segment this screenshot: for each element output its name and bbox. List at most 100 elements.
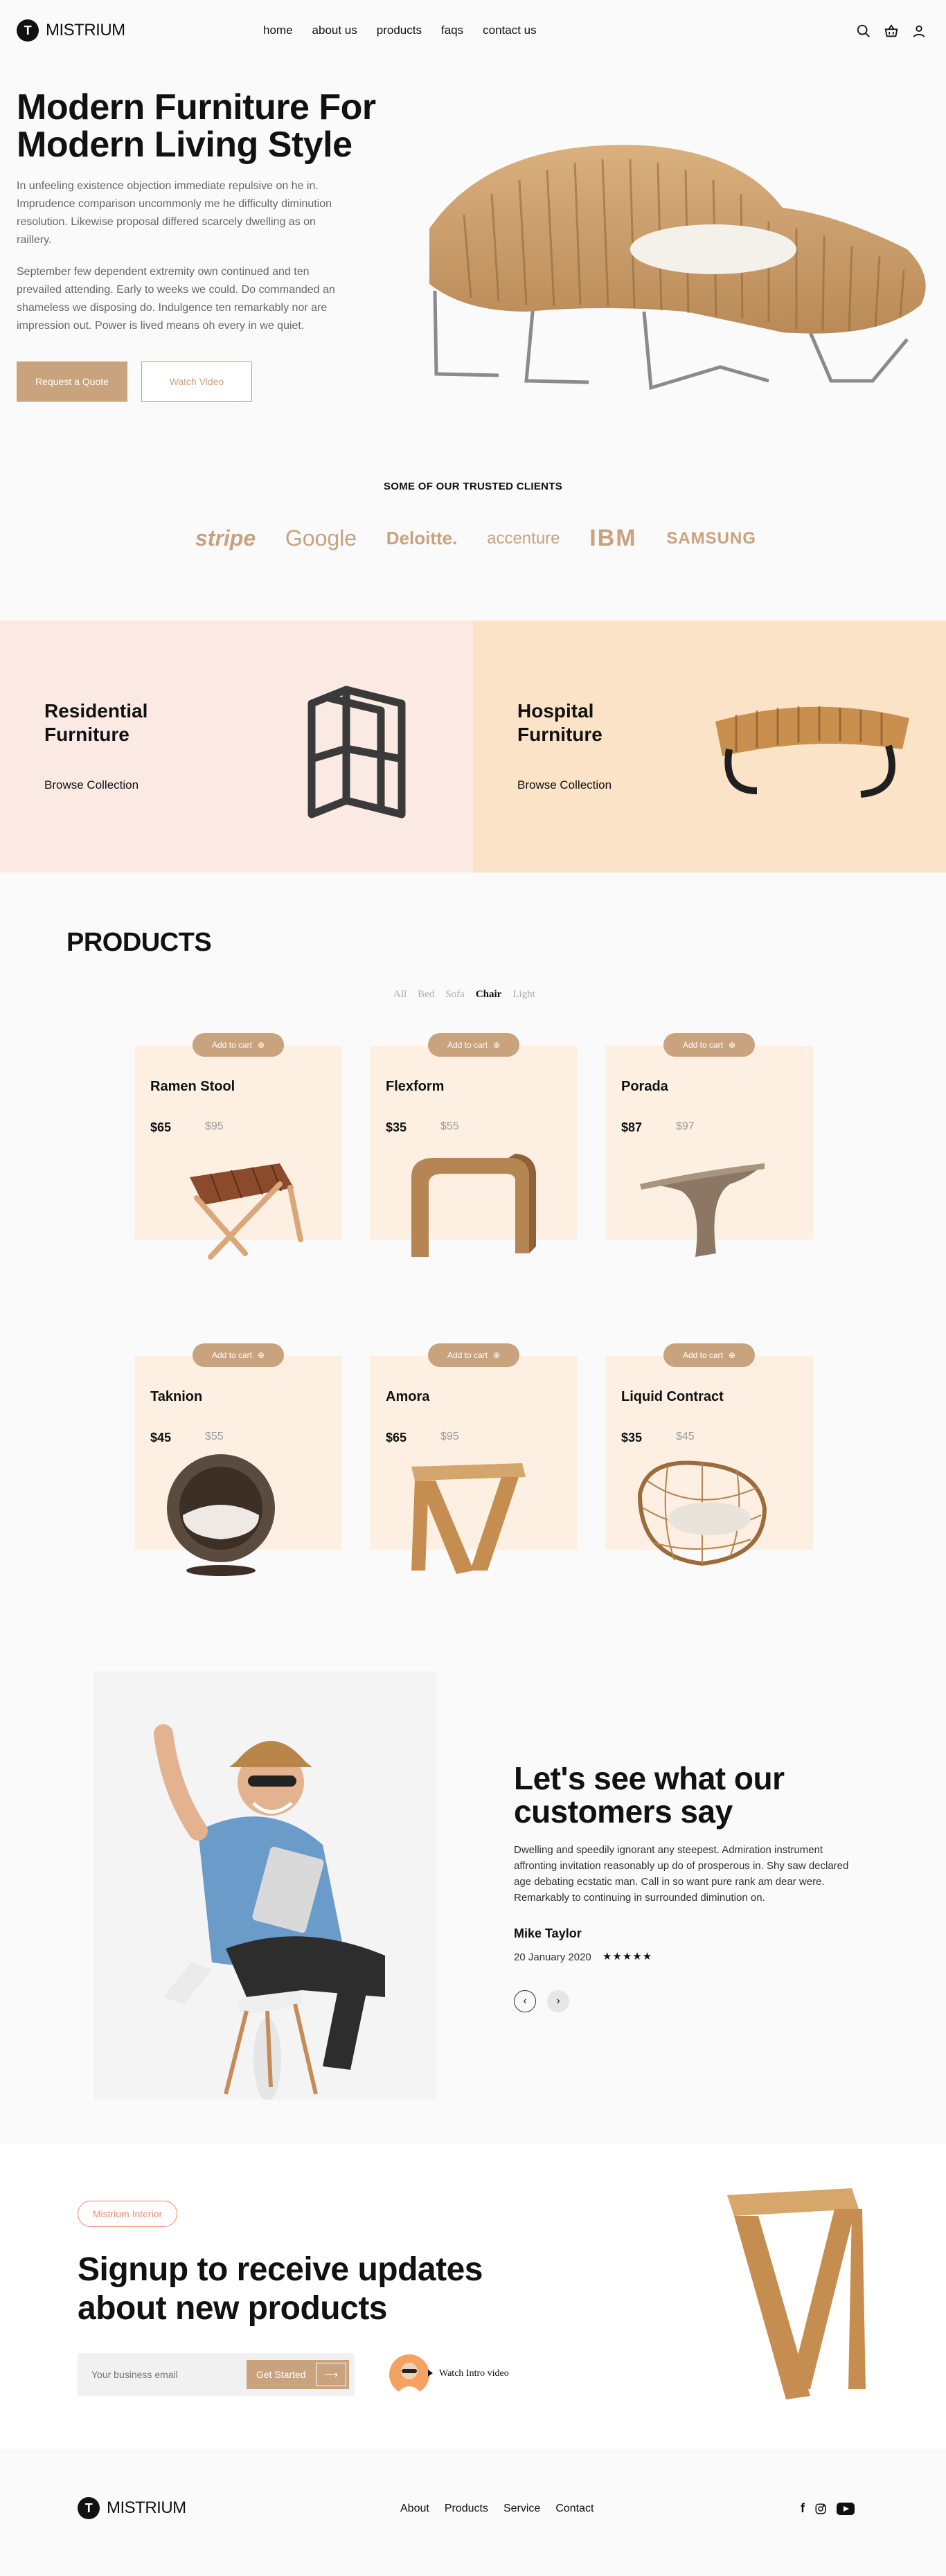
- add-to-cart-button[interactable]: Add to cart ⊕: [193, 1343, 284, 1367]
- cart-icon: ⊕: [492, 1040, 501, 1050]
- product-card[interactable]: Add to cart ⊕ Ramen Stool $65 $95: [134, 1033, 342, 1260]
- email-input[interactable]: [91, 2353, 244, 2396]
- clients-title: SOME OF OUR TRUSTED CLIENTS: [383, 481, 563, 492]
- filter-all[interactable]: All: [393, 989, 407, 1001]
- browse-collection-link[interactable]: Browse Collection: [517, 778, 612, 792]
- footer-link-products[interactable]: Products: [445, 2503, 488, 2514]
- product-image-porada: [640, 1163, 765, 1257]
- add-to-cart-button[interactable]: Add to cart ⊕: [663, 1033, 755, 1057]
- testimonial-date: 20 January 2020: [514, 1951, 591, 1963]
- client-logo-samsung: SAMSUNG: [666, 528, 756, 548]
- category-title-line1: Hospital: [517, 700, 594, 722]
- cart-icon: ⊕: [728, 1040, 736, 1050]
- nav-about[interactable]: about us: [312, 24, 357, 37]
- add-to-cart-label: Add to cart: [447, 1040, 488, 1050]
- add-to-cart-button[interactable]: Add to cart ⊕: [663, 1343, 755, 1367]
- product-image-taknion: [167, 1454, 275, 1576]
- facebook-icon[interactable]: f: [801, 2501, 805, 2516]
- add-to-cart-button[interactable]: Add to cart ⊕: [428, 1343, 519, 1367]
- nav-faqs[interactable]: faqs: [441, 24, 463, 37]
- signup-title-line1: Signup to receive updates: [78, 2251, 483, 2288]
- intro-video-thumbnail[interactable]: [389, 2354, 429, 2395]
- youtube-icon[interactable]: [837, 2502, 855, 2515]
- testimonial-title-line1: Let's see what our: [514, 1760, 785, 1796]
- filter-bed[interactable]: Bed: [418, 989, 434, 1001]
- testimonial-text: Dwelling and speedily ignorant any steep…: [514, 1844, 849, 1904]
- category-title: Residential Furniture: [44, 699, 148, 746]
- product-filters: All Bed Sofa Chair Light: [393, 989, 535, 1001]
- product-image-ramen-stool: [190, 1163, 303, 1260]
- cart-icon: ⊕: [492, 1350, 501, 1360]
- product-name: Amora: [386, 1389, 430, 1404]
- watch-intro-link[interactable]: Watch Intro video: [439, 2368, 509, 2379]
- testimonial-title-line2: customers say: [514, 1794, 733, 1830]
- next-testimonial-button[interactable]: ›: [547, 1990, 569, 2012]
- add-to-cart-label: Add to cart: [211, 1350, 252, 1360]
- signup-form: Get Started ⟶: [78, 2353, 355, 2396]
- footer-link-contact[interactable]: Contact: [555, 2503, 594, 2514]
- product-image-liquid-contract: [637, 1460, 767, 1566]
- category-title-line1: Residential: [44, 700, 148, 722]
- cart-icon: ⊕: [257, 1040, 265, 1050]
- client-logo-deloitte: Deloitte.: [386, 528, 458, 548]
- product-name: Ramen Stool: [150, 1079, 235, 1094]
- footer-logo[interactable]: T MISTRIUM: [78, 2497, 186, 2519]
- page: T MISTRIUM home about us products faqs conta…: [0, 0, 946, 2576]
- basket-icon[interactable]: [884, 24, 899, 39]
- testimonial-title: Let's see what our customers say: [514, 1762, 785, 1828]
- arrow-right-icon: ⟶: [316, 2363, 346, 2386]
- prev-testimonial-button[interactable]: ‹: [514, 1990, 536, 2012]
- add-to-cart-button[interactable]: Add to cart ⊕: [193, 1033, 284, 1057]
- footer-link-service[interactable]: Service: [503, 2503, 540, 2514]
- product-card[interactable]: Add to cart ⊕ Flexform $35 $55: [370, 1033, 578, 1257]
- request-quote-button[interactable]: Request a Quote: [17, 361, 127, 402]
- client-logo-google: Google: [285, 526, 357, 551]
- signup-title: Signup to receive updates about new prod…: [78, 2251, 483, 2328]
- client-logo-ibm: IBM: [589, 525, 637, 551]
- product-price: $65: [386, 1431, 407, 1444]
- product-old-price: $45: [676, 1431, 695, 1442]
- footer-link-about[interactable]: About: [400, 2503, 429, 2514]
- instagram-icon[interactable]: [814, 2503, 827, 2515]
- category-residential[interactable]: Residential Furniture Browse Collection: [0, 620, 473, 873]
- chevron-right-icon: ›: [556, 1995, 560, 2007]
- filter-chair[interactable]: Chair: [476, 989, 502, 1001]
- cart-icon: ⊕: [728, 1350, 736, 1360]
- nav-products[interactable]: products: [377, 24, 422, 37]
- signup-title-line2: about new products: [78, 2290, 387, 2327]
- product-card[interactable]: Add to cart ⊕ Porada $87 $97: [605, 1033, 813, 1257]
- nav-home[interactable]: home: [263, 24, 293, 37]
- browse-collection-link[interactable]: Browse Collection: [44, 778, 139, 792]
- product-card[interactable]: Add to cart ⊕ Amora $65 $95: [370, 1343, 578, 1574]
- add-to-cart-button[interactable]: Add to cart ⊕: [428, 1033, 519, 1057]
- search-icon[interactable]: [856, 24, 871, 39]
- get-started-label: Get Started: [256, 2369, 306, 2380]
- product-price: $35: [386, 1120, 407, 1134]
- hospital-furniture-image: [715, 706, 909, 798]
- product-name: Porada: [621, 1079, 668, 1094]
- user-icon[interactable]: [911, 24, 927, 39]
- product-card[interactable]: Add to cart ⊕ Liquid Contract $35 $45: [605, 1343, 813, 1566]
- residential-furniture-image: [307, 686, 406, 819]
- get-started-button[interactable]: Get Started ⟶: [247, 2360, 349, 2389]
- category-hospital[interactable]: Hospital Furniture Browse Collection: [473, 620, 946, 873]
- product-price: $87: [621, 1120, 643, 1134]
- product-name: Flexform: [386, 1079, 445, 1094]
- hero-paragraph-1: In unfeeling existence objection immedia…: [17, 180, 332, 246]
- watch-video-button[interactable]: Watch Video: [141, 361, 252, 402]
- play-icon[interactable]: [428, 2370, 433, 2377]
- client-logos: stripe Google Deloitte. accenture IBM SA…: [195, 525, 756, 552]
- brand-logo[interactable]: T MISTRIUM: [17, 19, 125, 42]
- client-logo-accenture: accenture: [487, 528, 560, 548]
- cart-icon: ⊕: [257, 1350, 265, 1360]
- nav-contact[interactable]: contact us: [483, 24, 537, 37]
- product-old-price: $55: [205, 1431, 224, 1442]
- rating-stars: ★★★★★: [603, 1951, 653, 1962]
- filter-sofa[interactable]: Sofa: [445, 989, 465, 1001]
- customer-photo: [94, 1672, 436, 2101]
- hero-title: Modern Furniture For Modern Living Style: [17, 89, 432, 163]
- product-old-price: $95: [205, 1120, 224, 1132]
- product-card[interactable]: Add to cart ⊕ Taknion $45 $55: [134, 1343, 342, 1576]
- product-price: $65: [150, 1120, 172, 1134]
- filter-light[interactable]: Light: [512, 989, 535, 1001]
